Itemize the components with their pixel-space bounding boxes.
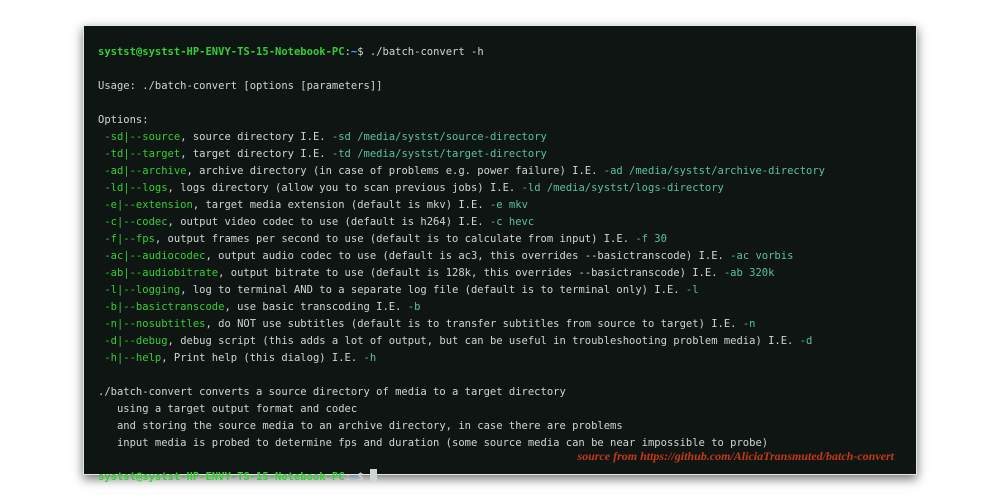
option-example: -h <box>364 352 377 364</box>
prompt-user: systst <box>98 46 136 58</box>
prompt-host: systst-HP-ENVY-TS-15-Notebook-PC <box>142 471 344 483</box>
option-flag: -n|--nosubtitles <box>104 318 205 330</box>
option-desc: , target directory I.E. <box>180 148 332 160</box>
option-example: -ab 320k <box>724 267 775 279</box>
option-desc: , archive directory (in case of problems… <box>187 165 604 177</box>
terminal-output[interactable]: systst@systst-HP-ENVY-TS-15-Notebook-PC:… <box>84 26 916 474</box>
option-flag: -c|--codec <box>104 216 167 228</box>
option-example: -f 30 <box>635 233 667 245</box>
option-example: -ad /media/systst/archive-directory <box>604 165 825 177</box>
footer-line: and storing the source media to an archi… <box>98 420 623 432</box>
terminal-window: systst@systst-HP-ENVY-TS-15-Notebook-PC:… <box>83 25 917 475</box>
footer-line: using a target output format and codec <box>98 403 357 415</box>
option-example: -d <box>800 335 813 347</box>
option-desc: , Print help (this dialog) I.E. <box>161 352 363 364</box>
option-example: -sd /media/systst/source-directory <box>332 131 547 143</box>
option-example: -n <box>743 318 756 330</box>
option-desc: , output audio codec to use (default is … <box>205 250 730 262</box>
option-flag: -ab|--audiobitrate <box>104 267 218 279</box>
option-example: -ac vorbis <box>730 250 793 262</box>
option-flag: -sd|--source <box>104 131 180 143</box>
option-desc: , source directory I.E. <box>180 131 332 143</box>
footer-line: input media is probed to determine fps a… <box>98 437 768 449</box>
option-desc: , target media extension (default is mkv… <box>193 199 490 211</box>
option-flag: -f|--fps <box>104 233 155 245</box>
option-flag: -td|--target <box>104 148 180 160</box>
usage-line: Usage: ./batch-convert [options [paramet… <box>98 80 382 92</box>
option-desc: , log to terminal AND to a separate log … <box>180 284 686 296</box>
option-desc: , output bitrate to use (default is 128k… <box>218 267 724 279</box>
option-flag: -d|--debug <box>104 335 167 347</box>
option-desc: , debug script (this adds a lot of outpu… <box>168 335 800 347</box>
prompt-host: systst-HP-ENVY-TS-15-Notebook-PC <box>142 46 344 58</box>
option-desc: , output video codec to use (default is … <box>168 216 490 228</box>
prompt-dollar: $ <box>357 471 363 483</box>
option-example: -ld /media/systst/logs-directory <box>522 182 724 194</box>
option-flag: -l|--logging <box>104 284 180 296</box>
options-header: Options: <box>98 114 149 126</box>
option-example: -c hevc <box>490 216 534 228</box>
option-example: -l <box>686 284 699 296</box>
option-example: -td /media/systst/target-directory <box>332 148 547 160</box>
option-flag: -b|--basictranscode <box>104 301 224 313</box>
option-desc: , do NOT use subtitles (default is to tr… <box>205 318 742 330</box>
option-flag: -h|--help <box>104 352 161 364</box>
option-flag: -ad|--archive <box>104 165 186 177</box>
option-desc: , use basic transcoding I.E. <box>224 301 407 313</box>
option-flag: -ld|--logs <box>104 182 167 194</box>
option-desc: , output frames per second to use (defau… <box>155 233 635 245</box>
entered-command: ./batch-convert -h <box>370 46 484 58</box>
cursor <box>370 469 377 482</box>
prompt-dollar: $ <box>357 46 363 58</box>
footer-line: ./batch-convert converts a source direct… <box>98 386 566 398</box>
option-example: -b <box>408 301 421 313</box>
option-desc: , logs directory (allow you to scan prev… <box>168 182 522 194</box>
option-flag: -e|--extension <box>104 199 193 211</box>
source-attribution: source from https://github.com/AliciaTra… <box>577 449 894 464</box>
prompt-user: systst <box>98 471 136 483</box>
option-example: -e mkv <box>490 199 528 211</box>
option-flag: -ac|--audiocodec <box>104 250 205 262</box>
